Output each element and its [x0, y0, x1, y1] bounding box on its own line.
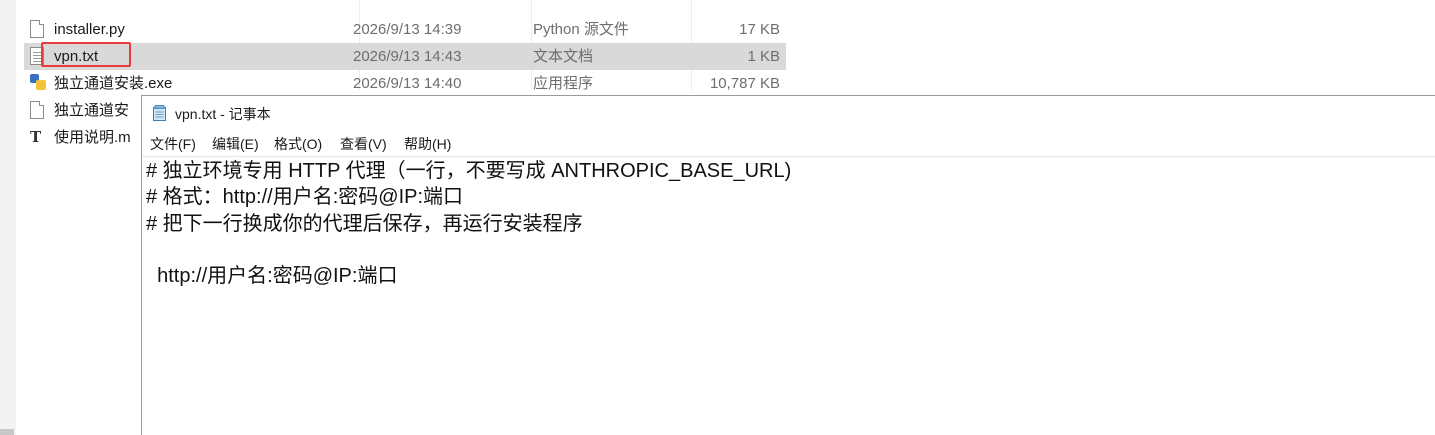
menu-view[interactable]: 查看(V) [340, 135, 387, 153]
nav-scrollbar-thumb[interactable] [0, 429, 14, 435]
notepad-menubar: 文件(F) 编辑(E) 格式(O) 查看(V) 帮助(H) [142, 133, 1435, 155]
file-size: 10,787 KB [709, 75, 780, 92]
file-type: 文本文档 [533, 48, 594, 65]
desktop-screen: installer.py 2026/9/13 14:39 Python 源文件 … [0, 0, 1435, 435]
file-name: 使用说明.m [54, 129, 131, 146]
notepad-titlebar[interactable]: vpn.txt - 记事本 [142, 96, 1435, 132]
menu-file[interactable]: 文件(F) [150, 135, 196, 153]
explorer-nav-pane[interactable] [0, 0, 16, 435]
selection-highlight-box [41, 42, 131, 67]
file-type: Python 源文件 [533, 21, 629, 38]
markdown-file-icon: T [30, 128, 42, 146]
notepad-window[interactable]: vpn.txt - 记事本 文件(F) 编辑(E) 格式(O) 查看(V) 帮助… [141, 95, 1435, 435]
menu-format[interactable]: 格式(O) [274, 135, 322, 153]
file-name: 独立通道安装.exe [54, 75, 173, 92]
exe-file-icon [30, 74, 46, 92]
menu-help[interactable]: 帮助(H) [404, 135, 451, 153]
file-date: 2026/9/13 14:39 [353, 21, 462, 38]
text-line: # 把下一行换成你的代理后保存，再运行安装程序 [146, 213, 583, 235]
file-type: 应用程序 [533, 75, 594, 92]
notepad-icon [153, 105, 166, 121]
text-line: # 独立环境专用 HTTP 代理（一行，不要写成 ANTHROPIC_BASE_… [146, 160, 792, 182]
file-row-readme[interactable]: T 使用说明.m [24, 124, 141, 151]
file-row-installer[interactable]: installer.py 2026/9/13 14:39 Python 源文件 … [24, 16, 786, 43]
file-name: installer.py [54, 21, 125, 38]
file-row-exe[interactable]: 独立通道安装.exe 2026/9/13 14:40 应用程序 10,787 K… [24, 70, 786, 97]
document-file-icon [30, 101, 44, 119]
file-size: 17 KB [739, 21, 780, 38]
file-size: 1 KB [747, 48, 780, 65]
file-date: 2026/9/13 14:43 [353, 48, 462, 65]
file-name: 独立通道安 [54, 102, 130, 119]
text-line: http://用户名:密码@IP:端口 [146, 265, 398, 287]
text-line: # 格式：http://用户名:密码@IP:端口 [146, 186, 464, 208]
file-row-document[interactable]: 独立通道安 [24, 97, 141, 124]
menu-edit[interactable]: 编辑(E) [212, 135, 259, 153]
python-file-icon [30, 20, 44, 38]
notepad-text-area[interactable]: # 独立环境专用 HTTP 代理（一行，不要写成 ANTHROPIC_BASE_… [146, 157, 1435, 435]
file-row-vpn[interactable]: vpn.txt 2026/9/13 14:43 文本文档 1 KB [24, 43, 786, 70]
window-title: vpn.txt - 记事本 [175, 106, 271, 122]
file-date: 2026/9/13 14:40 [353, 75, 462, 92]
